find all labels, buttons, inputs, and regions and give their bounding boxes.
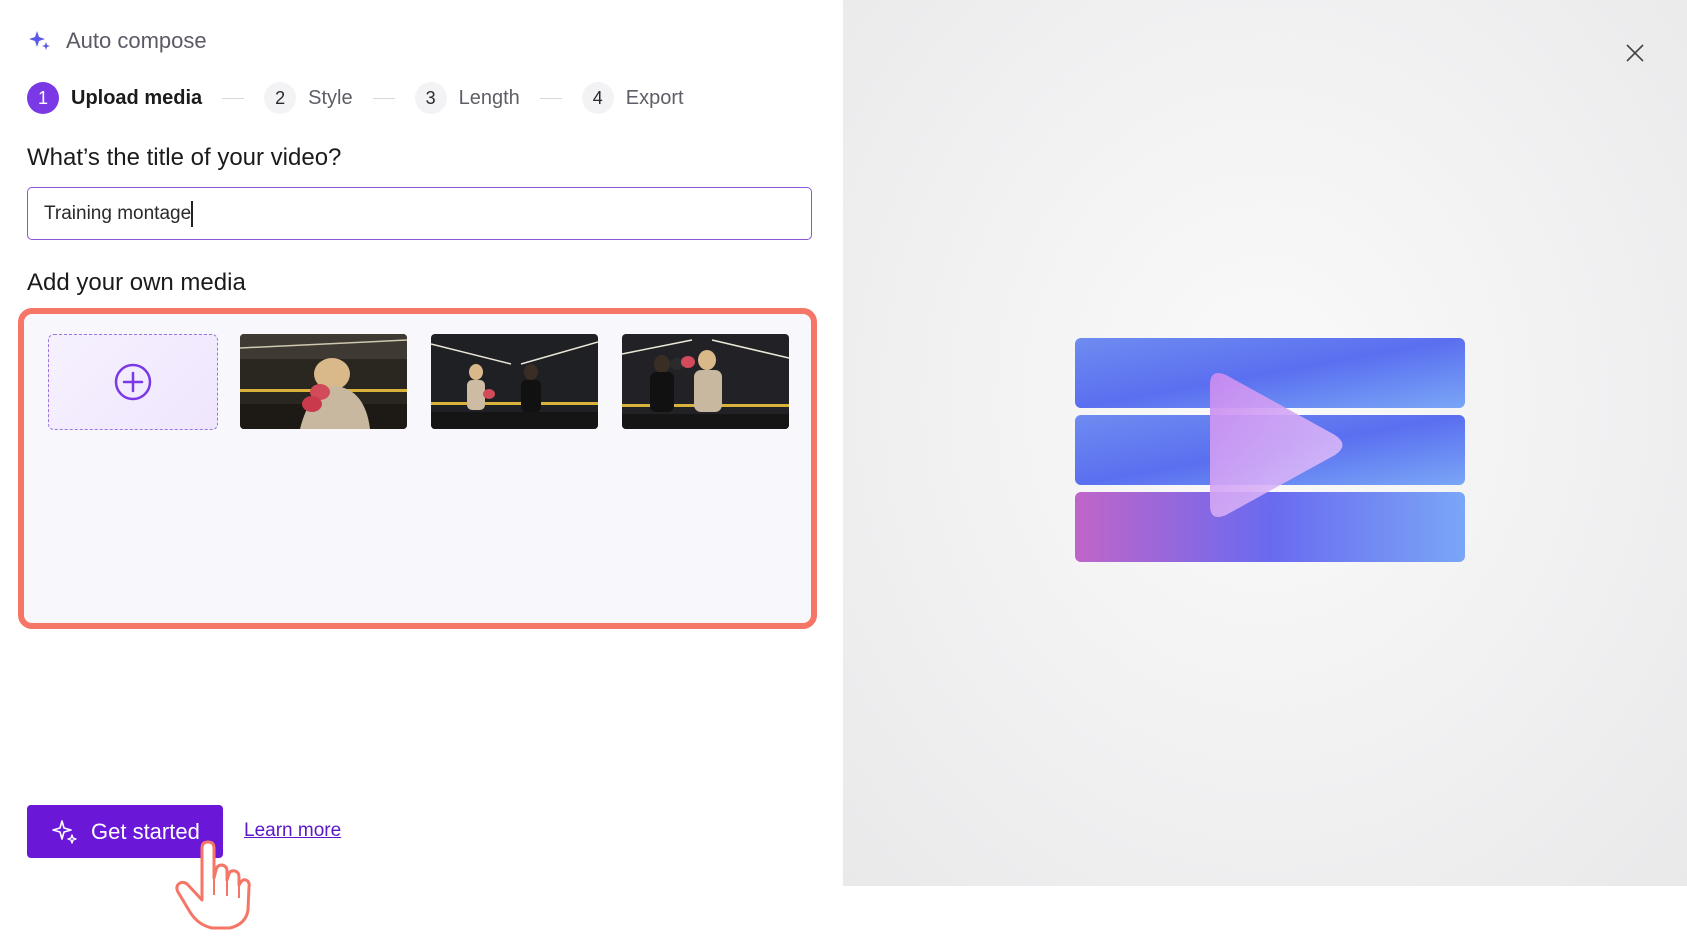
- step-length[interactable]: 3 Length: [414, 82, 520, 114]
- stepper: 1 Upload media 2 Style 3 Length 4 Export: [27, 82, 684, 114]
- step-label: Export: [625, 86, 684, 109]
- step-upload-media[interactable]: 1 Upload media: [27, 82, 202, 114]
- step-divider: [539, 97, 562, 99]
- hand-cursor-icon: [175, 840, 251, 930]
- step-export[interactable]: 4 Export: [581, 82, 684, 114]
- step-divider: [222, 97, 245, 99]
- app-header: Auto compose: [28, 28, 207, 54]
- sparkle-icon: [52, 819, 77, 844]
- media-heading: Add your own media: [27, 269, 246, 296]
- media-thumbnail[interactable]: [622, 334, 789, 429]
- boxing-clip-image: [431, 334, 598, 429]
- media-thumbnail[interactable]: [431, 334, 598, 429]
- step-number: 4: [581, 82, 614, 114]
- video-title-question: What’s the title of your video?: [27, 144, 342, 171]
- step-label: Style: [308, 86, 353, 109]
- plus-circle-icon: [114, 363, 152, 401]
- boxing-clip-image: [622, 334, 789, 429]
- step-style[interactable]: 2 Style: [264, 82, 353, 114]
- add-media-button[interactable]: [48, 334, 218, 430]
- app-title: Auto compose: [66, 28, 207, 53]
- step-divider: [372, 97, 395, 99]
- boxing-clip-image: [240, 334, 407, 429]
- media-thumbnail[interactable]: [240, 334, 407, 429]
- bottom-strip: [843, 886, 1687, 939]
- video-compose-illustration: [1075, 338, 1465, 562]
- step-number: 2: [264, 82, 297, 114]
- close-icon[interactable]: [1622, 40, 1648, 66]
- step-number: 1: [27, 82, 59, 114]
- text-caret: [191, 201, 193, 227]
- step-label: Length: [458, 86, 520, 109]
- sparkle-icon: [29, 31, 50, 50]
- video-title-input[interactable]: [27, 187, 812, 240]
- learn-more-link[interactable]: Learn more: [244, 820, 341, 842]
- step-label: Upload media: [71, 86, 203, 109]
- step-number: 3: [414, 82, 447, 114]
